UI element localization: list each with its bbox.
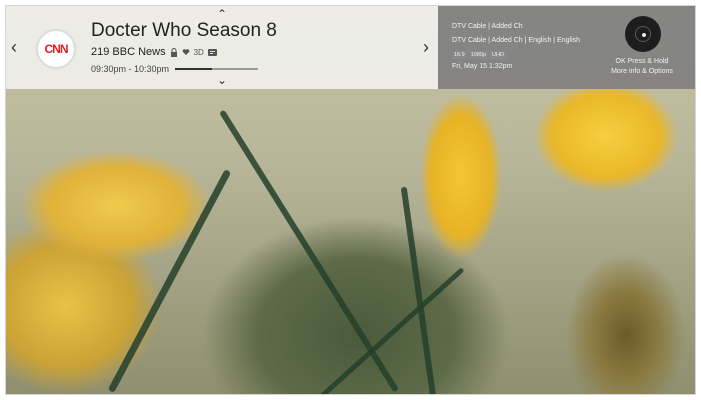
chevron-up-icon[interactable]: ⌃: [217, 8, 227, 20]
3d-badge: 3D: [193, 47, 204, 57]
chevron-down-icon[interactable]: ⌄: [217, 74, 227, 86]
info-line-2: DTV Cable | Added Ch | English | English: [452, 37, 581, 44]
tv-screen: ⌃ ⌄ ‹ › CNN Docter Who Season 8 219 BBC …: [5, 5, 696, 395]
channel-line: 219 BBC News 3D: [91, 46, 217, 58]
program-details-panel: [438, 6, 695, 89]
lock-icon: [170, 47, 177, 57]
channel-logo-text: CNN: [44, 42, 69, 56]
remote-ok-icon[interactable]: [625, 16, 661, 52]
program-progress-bar: [175, 68, 258, 70]
format-tag: 1080p: [468, 51, 489, 59]
heart-icon: [182, 49, 189, 55]
more-options-hint: More info & Options: [611, 68, 673, 75]
ok-hint: OK Press & Hold: [615, 58, 669, 65]
chevron-left-icon[interactable]: ‹: [11, 38, 17, 56]
remote-dot: [642, 33, 646, 37]
chevron-right-icon[interactable]: ›: [423, 38, 429, 56]
info-line-1: DTV Cable | Added Ch: [452, 23, 523, 30]
channel-logo: CNN: [37, 30, 75, 68]
program-title: Docter Who Season 8: [91, 20, 277, 41]
format-tag: UHD: [490, 51, 506, 59]
format-tag: 16:9: [452, 51, 467, 59]
date-time: Fri, May 15 1:32pm: [452, 63, 513, 70]
program-time: 09:30pm - 10:30pm: [91, 64, 170, 74]
cc-icon: [207, 48, 217, 56]
channel-name: 219 BBC News: [91, 46, 166, 58]
program-progress-fill: [175, 68, 213, 70]
format-tags: 16:9 1080p UHD: [452, 51, 506, 59]
remote-ring: [635, 26, 651, 42]
